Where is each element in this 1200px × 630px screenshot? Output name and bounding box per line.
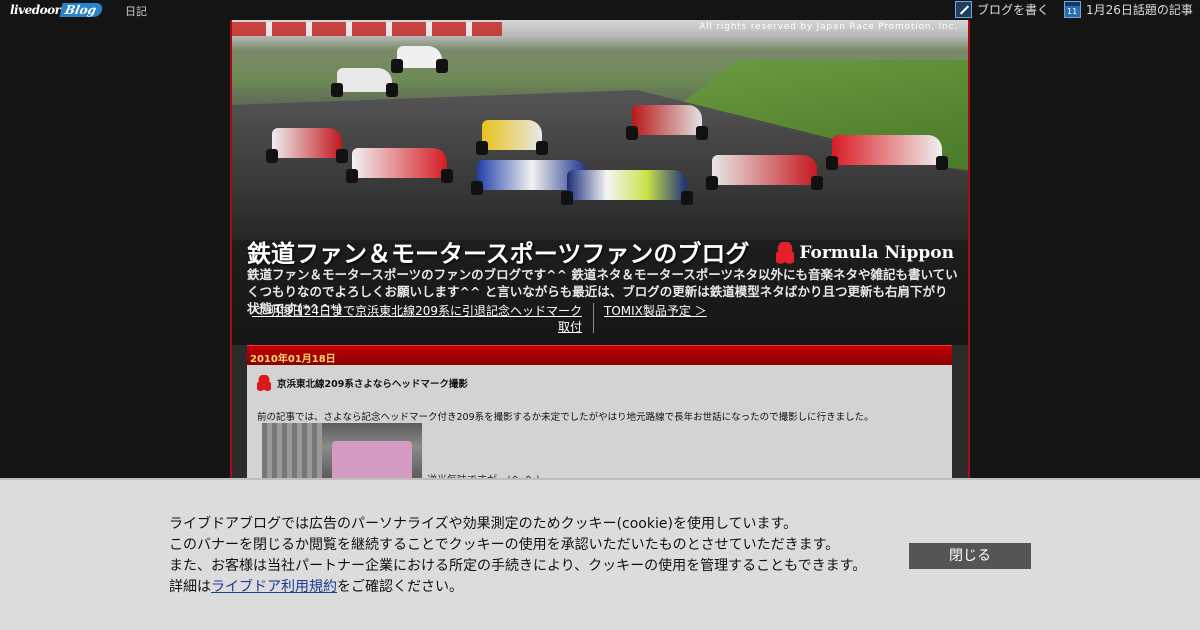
close-banner-button[interactable]: 閉じる: [909, 543, 1031, 569]
race-car-image: [476, 120, 548, 155]
cookie-consent-banner: ライブドアブログでは広告のパーソナライズや効果測定のためクッキー(cookie)…: [0, 478, 1200, 630]
entry-emblem-icon: [257, 375, 271, 391]
safety-car-image: [391, 46, 448, 73]
top-bar: livedoor Blog 日記 ブログを書く 11 1月26日話題の記事: [0, 0, 1200, 20]
write-blog-link[interactable]: ブログを書く: [955, 1, 1049, 18]
write-blog-label: ブログを書く: [977, 3, 1050, 17]
entry-body-text: 前の記事では、さよなら記念ヘッドマーク付き209系を撮影するか未定でしたがやはり…: [257, 412, 874, 423]
formula-nippon-emblem-icon: [776, 242, 795, 264]
cookie-line-3: また、お客様は当社パートナー企業における所定の手続きにより、クッキーの使用を管理…: [169, 558, 867, 574]
photo-building: [262, 423, 322, 483]
entry-date: 2010年01月18日: [247, 345, 952, 365]
cookie-line-4: 詳細はライブドア利用規約をご確認ください。: [169, 577, 866, 598]
cookie-line-1: ライブドアブログでは広告のパーソナライズや効果測定のためクッキー(cookie)…: [169, 516, 798, 532]
header-photo-sponsor-banner: [232, 22, 502, 36]
entry-title-text: 京浜東北線209系さよならヘッドマーク撮影: [277, 379, 468, 390]
race-car-image: [826, 135, 948, 170]
race-car-image: [706, 155, 823, 190]
entry-navigation: ＜ 明後日24日まで京浜東北線209系に引退記念ヘッドマーク取付 TOMIX製品…: [247, 303, 952, 335]
header-copyright: All rights reserved by Japan Race Promot…: [699, 22, 958, 32]
race-car-image: [561, 170, 693, 205]
cookie-notice-text: ライブドアブログでは広告のパーソナライズや効果測定のためクッキー(cookie)…: [169, 514, 866, 598]
livedoor-blog-logo[interactable]: livedoor Blog: [10, 1, 105, 19]
cookie-line-2: このバナーを閉じるか閲覧を継続することでクッキーの使用を承認いただいたものとさせ…: [169, 537, 840, 553]
logo-blog-text: Blog: [59, 3, 105, 17]
nav-divider: [593, 303, 594, 333]
race-car-image: [346, 148, 453, 183]
calendar-icon: 11: [1064, 1, 1081, 18]
topic-articles-link[interactable]: 11 1月26日話題の記事: [1064, 1, 1193, 18]
topic-articles-label: 1月26日話題の記事: [1086, 3, 1193, 17]
race-car-image: [266, 128, 348, 163]
safety-car-image: [331, 68, 398, 97]
photo-train: [332, 441, 412, 481]
entry-title[interactable]: 京浜東北線209系さよならヘッドマーク撮影: [257, 375, 468, 391]
logo-livedoor-text: livedoor: [10, 3, 61, 17]
formula-nippon-logo: Formula Nippon: [776, 242, 954, 264]
terms-of-use-link[interactable]: ライブドア利用規約: [211, 579, 337, 595]
entry-photo[interactable]: [262, 423, 422, 483]
cookie-line-4-suffix: をご確認ください。: [337, 579, 463, 595]
nav-diary-link[interactable]: 日記: [125, 3, 147, 19]
previous-entry-link[interactable]: ＜ 明後日24日まで京浜東北線209系に引退記念ヘッドマーク取付: [247, 303, 582, 335]
blog-title[interactable]: 鉄道ファン＆モータースポーツファンのブログ: [247, 234, 749, 269]
pen-icon: [955, 1, 972, 18]
formula-nippon-wordmark: Formula Nippon: [799, 243, 954, 263]
next-entry-link[interactable]: TOMIX製品予定 ＞: [604, 303, 707, 319]
race-car-image: [626, 105, 708, 140]
blog-header: All rights reserved by Japan Race Promot…: [232, 20, 968, 345]
cookie-line-4-prefix: 詳細は: [169, 579, 211, 595]
calendar-day: 11: [1067, 7, 1078, 16]
